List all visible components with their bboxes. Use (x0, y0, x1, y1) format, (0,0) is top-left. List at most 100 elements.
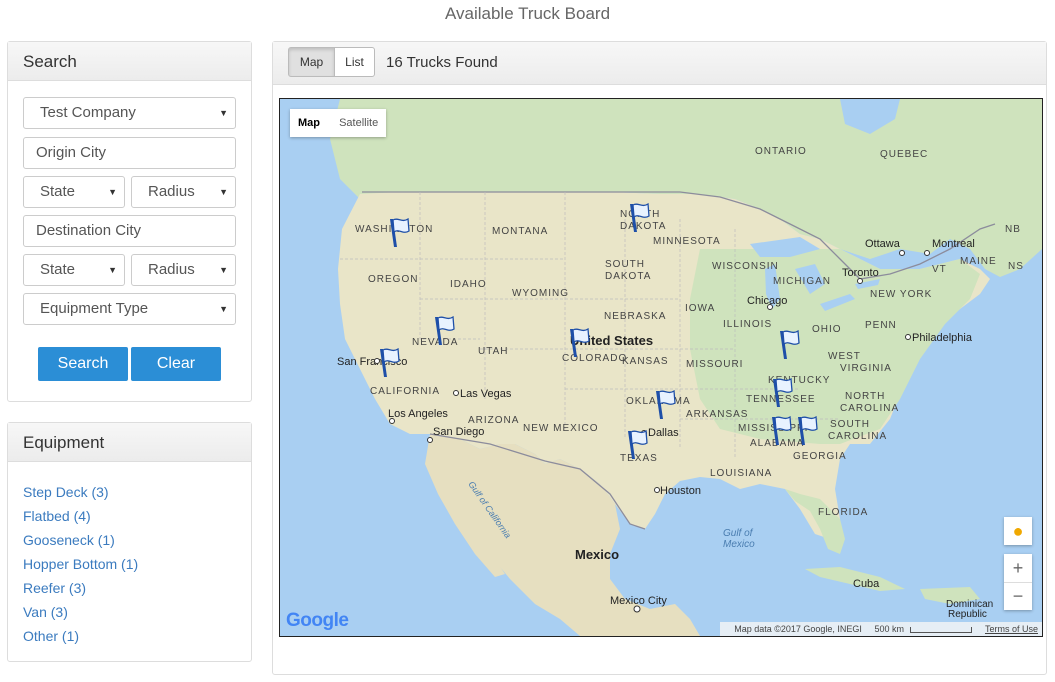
label-chicago: Chicago (747, 295, 787, 307)
equipment-type-value: Equipment Type (40, 300, 149, 317)
chevron-down-icon: ▼ (108, 265, 117, 275)
map-type-map-button[interactable]: Map (290, 109, 328, 137)
label-wyoming: WYOMING (512, 288, 569, 299)
label-las-vegas: Las Vegas (460, 388, 512, 400)
label-arizona: ARIZONA (468, 415, 519, 426)
label-philadelphia: Philadelphia (912, 332, 973, 344)
map-type-control: Map Satellite (290, 109, 387, 137)
label-gulf-of-mexico-1: Gulf of (723, 528, 754, 539)
label-oregon: OREGON (368, 274, 418, 285)
label-idaho: IDAHO (450, 279, 487, 290)
label-ns: NS (1008, 261, 1024, 272)
label-arkansas: ARKANSAS (686, 409, 748, 420)
truck-map[interactable]: ONTARIO QUEBEC WASHINGTON MONTANA NORTH … (279, 98, 1043, 637)
equipment-type-select[interactable]: Equipment Type ▼ (23, 293, 236, 325)
label-new-mexico: NEW MEXICO (523, 423, 599, 434)
origin-state-value: State (40, 183, 76, 200)
trucks-found-count: 16 Trucks Found (386, 54, 498, 71)
equipment-link-flatbed[interactable]: Flatbed (4) (23, 504, 138, 528)
tab-list[interactable]: List (334, 47, 375, 77)
origin-radius-select[interactable]: Radius ▼ (131, 176, 236, 208)
label-north-carolina-2: CAROLINA (840, 403, 899, 414)
equipment-list: Step Deck (3) Flatbed (4) Gooseneck (1) … (23, 480, 138, 648)
label-michigan: MICHIGAN (773, 276, 831, 287)
label-nb: NB (1005, 224, 1021, 235)
label-cuba: Cuba (853, 578, 880, 590)
terms-of-use-link[interactable]: Terms of Use (985, 624, 1038, 634)
label-south-carolina-1: SOUTH (830, 419, 870, 430)
label-utah: UTAH (478, 346, 508, 357)
label-ohio: OHIO (812, 324, 842, 335)
origin-radius-value: Radius (148, 183, 195, 200)
label-north-carolina-1: NORTH (845, 391, 885, 402)
equipment-link-hopper-bottom[interactable]: Hopper Bottom (1) (23, 552, 138, 576)
label-penn: PENN (865, 320, 897, 331)
clear-button[interactable]: Clear (131, 347, 221, 381)
label-ottawa: Ottawa (865, 238, 901, 250)
equipment-link-step-deck[interactable]: Step Deck (3) (23, 480, 138, 504)
map-attribution: Map data ©2017 Google, INEGI 500 km Term… (720, 622, 1042, 636)
tab-map[interactable]: Map (288, 47, 335, 77)
label-toronto: Toronto (842, 267, 879, 279)
chevron-down-icon: ▼ (219, 265, 228, 275)
search-heading: Search (8, 42, 251, 81)
label-new-york: NEW YORK (870, 289, 932, 300)
map-data-attribution: Map data ©2017 Google, INEGI (734, 624, 862, 634)
street-view-pegman-icon[interactable]: ● (1004, 517, 1032, 545)
label-dominican-2: Republic (948, 609, 987, 620)
label-san-diego: San Diego (433, 426, 484, 438)
label-maine: MAINE (960, 256, 997, 267)
label-houston: Houston (660, 485, 701, 497)
equipment-link-gooseneck[interactable]: Gooseneck (1) (23, 528, 138, 552)
zoom-control: + − (1004, 554, 1032, 610)
label-los-angeles: Los Angeles (388, 408, 448, 420)
chevron-down-icon: ▼ (219, 108, 228, 118)
label-gulf-of-mexico-2: Mexico (723, 539, 755, 550)
equipment-heading: Equipment (8, 423, 251, 462)
label-georgia: GEORGIA (793, 451, 847, 462)
label-louisiana: LOUISIANA (710, 468, 772, 479)
label-south-dakota-1: SOUTH (605, 259, 645, 270)
map-canvas: ONTARIO QUEBEC WASHINGTON MONTANA NORTH … (280, 99, 1042, 636)
label-vt: VT (932, 264, 947, 275)
label-west-virginia-1: WEST (828, 351, 861, 362)
label-nevada: NEVADA (412, 337, 458, 348)
label-california: CALIFORNIA (370, 386, 440, 397)
origin-state-select[interactable]: State ▼ (23, 176, 125, 208)
label-mexico: Mexico (575, 547, 619, 562)
map-scale-label: 500 km (874, 624, 904, 634)
chevron-down-icon: ▼ (219, 187, 228, 197)
equipment-link-van[interactable]: Van (3) (23, 600, 138, 624)
label-colorado: COLORADO (562, 353, 627, 364)
equipment-link-other[interactable]: Other (1) (23, 624, 138, 648)
label-tennessee: TENNESSEE (746, 394, 816, 405)
destination-radius-select[interactable]: Radius ▼ (131, 254, 236, 286)
origin-city-input[interactable]: Origin City (23, 137, 236, 169)
label-south-dakota-2: DAKOTA (605, 271, 651, 282)
destination-state-value: State (40, 261, 76, 278)
results-heading: Map List 16 Trucks Found (273, 42, 1046, 85)
search-panel: Search Test Company ▼ Origin City State … (7, 41, 252, 402)
chevron-down-icon: ▼ (219, 304, 228, 314)
page-title: Available Truck Board (444, 4, 611, 23)
destination-city-input[interactable]: Destination City (23, 215, 236, 247)
label-missouri: MISSOURI (686, 359, 743, 370)
label-north-dakota-2: DAKOTA (620, 221, 666, 232)
destination-city-placeholder: Destination City (36, 222, 142, 239)
zoom-in-button[interactable]: + (1004, 554, 1032, 582)
company-select[interactable]: Test Company ▼ (23, 97, 236, 129)
company-select-value: Test Company (40, 104, 136, 121)
label-virginia: VIRGINIA (840, 363, 892, 374)
destination-radius-value: Radius (148, 261, 195, 278)
label-mexico-city: Mexico City (610, 595, 667, 607)
search-button[interactable]: Search (38, 347, 128, 381)
label-iowa: IOWA (685, 303, 715, 314)
google-logo-text: Google (286, 610, 349, 631)
chevron-down-icon: ▼ (108, 187, 117, 197)
label-florida: FLORIDA (818, 507, 868, 518)
destination-state-select[interactable]: State ▼ (23, 254, 125, 286)
map-type-satellite-button[interactable]: Satellite (331, 109, 386, 137)
label-minnesota: MINNESOTA (653, 236, 721, 247)
equipment-link-reefer[interactable]: Reefer (3) (23, 576, 138, 600)
zoom-out-button[interactable]: − (1004, 582, 1032, 610)
